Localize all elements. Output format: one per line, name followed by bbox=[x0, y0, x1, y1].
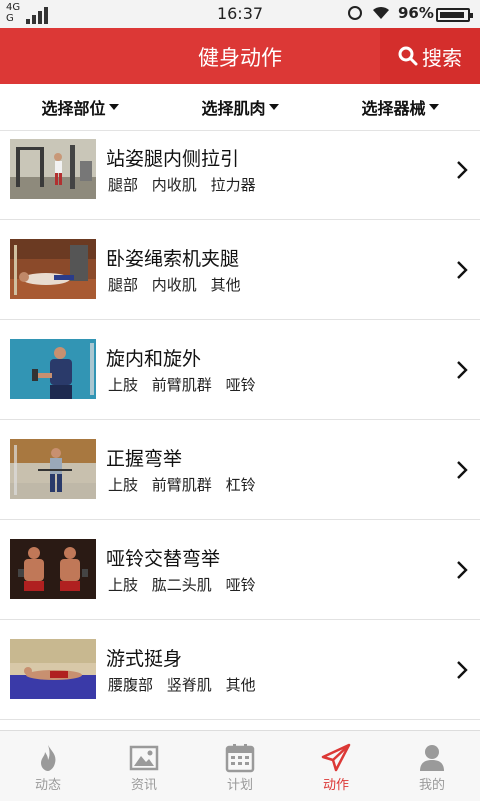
exercise-tags: 上肢 肱二头肌 哑铃 bbox=[108, 574, 265, 595]
exercise-title: 正握弯举 bbox=[106, 448, 183, 470]
bottom-tab-bar: 动态 资讯 计划 动作 我的 bbox=[0, 730, 480, 801]
exercise-thumbnail bbox=[10, 339, 96, 399]
exercise-item[interactable]: 旋内和旋外 上肢 前臂肌群 哑铃 bbox=[0, 320, 480, 420]
search-button[interactable]: 搜索 bbox=[380, 28, 480, 84]
caret-down-icon bbox=[428, 104, 439, 110]
battery-icon bbox=[436, 8, 473, 22]
tab-feed[interactable]: 动态 bbox=[0, 731, 96, 801]
tag-muscle: 肱二头肌 bbox=[151, 576, 212, 594]
flame-icon bbox=[41, 745, 56, 771]
caret-down-icon bbox=[268, 104, 279, 110]
tag-body-part: 上肢 bbox=[108, 576, 139, 594]
filter-label: 选择肌肉 bbox=[201, 99, 266, 118]
exercise-item[interactable]: 卧姿绳索机夹腿 腿部 内收肌 其他 bbox=[0, 220, 480, 320]
battery-percent: 96% bbox=[398, 4, 434, 22]
chevron-right-icon bbox=[457, 261, 468, 279]
exercise-tags: 腿部 内收肌 拉力器 bbox=[108, 174, 265, 195]
tag-body-part: 腰腹部 bbox=[108, 676, 154, 694]
tag-equipment: 杠铃 bbox=[225, 476, 256, 494]
alarm-icon bbox=[348, 6, 362, 20]
chevron-right-icon bbox=[457, 161, 468, 179]
exercise-thumbnail bbox=[10, 639, 96, 699]
exercise-title: 旋内和旋外 bbox=[106, 348, 202, 370]
calendar-icon bbox=[225, 744, 255, 773]
tab-label: 动态 bbox=[34, 778, 61, 793]
search-label: 搜索 bbox=[422, 45, 462, 70]
tag-muscle: 前臂肌群 bbox=[151, 376, 212, 394]
tag-equipment: 拉力器 bbox=[210, 176, 256, 194]
person-icon bbox=[420, 745, 444, 771]
exercise-tags: 腰腹部 竖脊肌 其他 bbox=[108, 674, 265, 695]
exercise-title: 卧姿绳索机夹腿 bbox=[106, 248, 240, 270]
tag-muscle: 竖脊肌 bbox=[166, 676, 212, 694]
tab-label: 计划 bbox=[226, 778, 253, 793]
status-bar: 4G G 16:37 96% bbox=[0, 0, 480, 28]
chevron-right-icon bbox=[457, 561, 468, 579]
app-header: 健身动作 搜索 bbox=[0, 28, 480, 84]
search-icon bbox=[398, 46, 418, 66]
chevron-right-icon bbox=[457, 461, 468, 479]
image-icon bbox=[129, 745, 159, 771]
exercise-tags: 上肢 前臂肌群 哑铃 bbox=[108, 374, 265, 395]
tag-muscle: 内收肌 bbox=[151, 276, 197, 294]
exercise-item[interactable]: 正握弯举 上肢 前臂肌群 杠铃 bbox=[0, 420, 480, 520]
filter-label: 选择部位 bbox=[41, 99, 106, 118]
chevron-right-icon bbox=[457, 661, 468, 679]
exercise-item[interactable]: 站姿腿内侧拉引 腿部 内收肌 拉力器 bbox=[0, 120, 480, 220]
tag-body-part: 上肢 bbox=[108, 376, 139, 394]
exercise-thumbnail bbox=[10, 139, 96, 199]
exercise-tags: 腿部 内收肌 其他 bbox=[108, 274, 250, 295]
tag-muscle: 内收肌 bbox=[151, 176, 197, 194]
tab-label: 资讯 bbox=[130, 778, 157, 793]
tab-profile[interactable]: 我的 bbox=[384, 731, 480, 801]
wifi-icon bbox=[373, 6, 389, 19]
tab-news[interactable]: 资讯 bbox=[96, 731, 192, 801]
paper-plane-icon bbox=[321, 743, 351, 772]
tag-body-part: 腿部 bbox=[108, 276, 139, 294]
exercise-title: 游式挺身 bbox=[106, 648, 183, 670]
tag-body-part: 上肢 bbox=[108, 476, 139, 494]
chevron-right-icon bbox=[457, 361, 468, 379]
exercise-item[interactable]: 哑铃交替弯举 上肢 肱二头肌 哑铃 bbox=[0, 520, 480, 620]
exercise-thumbnail bbox=[10, 439, 96, 499]
exercise-list: 站姿腿内侧拉引 腿部 内收肌 拉力器 卧姿绳索机夹腿 腿部 内收肌 其他 旋内和… bbox=[0, 120, 480, 730]
exercise-title: 站姿腿内侧拉引 bbox=[106, 148, 240, 170]
tag-equipment: 哑铃 bbox=[225, 576, 256, 594]
tag-body-part: 腿部 bbox=[108, 176, 139, 194]
filter-label: 选择器械 bbox=[361, 99, 426, 118]
exercise-item[interactable]: 游式挺身 腰腹部 竖脊肌 其他 bbox=[0, 620, 480, 720]
tab-label: 我的 bbox=[418, 778, 445, 793]
caret-down-icon bbox=[108, 104, 119, 110]
tag-equipment: 其他 bbox=[210, 276, 241, 294]
tag-equipment: 哑铃 bbox=[225, 376, 256, 394]
exercise-tags: 上肢 前臂肌群 杠铃 bbox=[108, 474, 265, 495]
exercise-title: 哑铃交替弯举 bbox=[106, 548, 221, 570]
tab-label: 动作 bbox=[322, 778, 349, 793]
exercise-thumbnail bbox=[10, 539, 96, 599]
tag-muscle: 前臂肌群 bbox=[151, 476, 212, 494]
tab-exercises[interactable]: 动作 bbox=[288, 731, 384, 801]
tab-plan[interactable]: 计划 bbox=[192, 731, 288, 801]
tag-equipment: 其他 bbox=[225, 676, 256, 694]
exercise-thumbnail bbox=[10, 239, 96, 299]
